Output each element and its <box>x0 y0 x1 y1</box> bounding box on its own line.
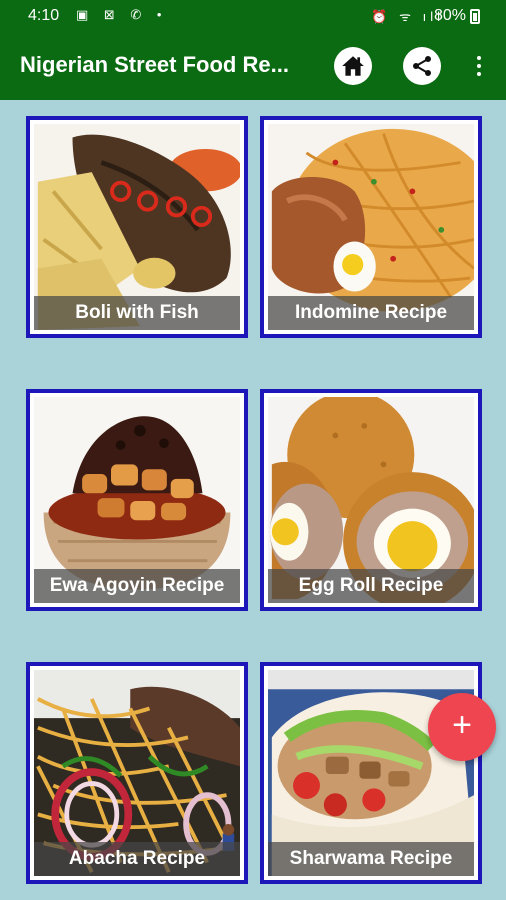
recipe-card-egg-roll[interactable]: Egg Roll Recipe <box>260 389 482 611</box>
share-icon <box>413 56 431 76</box>
home-button[interactable] <box>334 47 372 85</box>
battery-percent: 80% <box>433 7 466 24</box>
battery-icon <box>470 9 480 24</box>
recipe-card-ewa-agoyin[interactable]: Ewa Agoyin Recipe <box>26 389 248 611</box>
recipe-title: Sharwama Recipe <box>268 842 474 876</box>
recipe-title: Boli with Fish <box>34 296 240 330</box>
share-button[interactable] <box>403 47 441 85</box>
app-bar: Nigerian Street Food Re... <box>0 32 506 100</box>
recipe-card-boli-with-fish[interactable]: Boli with Fish <box>26 116 248 338</box>
recipe-title: Ewa Agoyin Recipe <box>34 569 240 603</box>
status-time: 4:10 <box>28 7 60 24</box>
recipe-card-indomine[interactable]: Indomine Recipe <box>260 116 482 338</box>
notification-icons: ▣ ⊠ ✆ • <box>76 7 168 22</box>
more-vert-icon <box>477 56 481 60</box>
app-title: Nigerian Street Food Re... <box>20 52 289 77</box>
recipe-title: Egg Roll Recipe <box>268 569 474 603</box>
home-icon <box>342 56 364 76</box>
plus-icon: + <box>452 706 472 744</box>
overflow-menu-button[interactable] <box>470 52 488 80</box>
recipe-title: Abacha Recipe <box>34 842 240 876</box>
recipe-title: Indomine Recipe <box>268 296 474 330</box>
recipe-card-abacha[interactable]: Abacha Recipe <box>26 662 248 884</box>
status-bar: 4:10 ▣ ⊠ ✆ • ⏰ ᯤ ıll 80% <box>0 0 506 32</box>
add-fab-button[interactable]: + <box>428 693 496 761</box>
